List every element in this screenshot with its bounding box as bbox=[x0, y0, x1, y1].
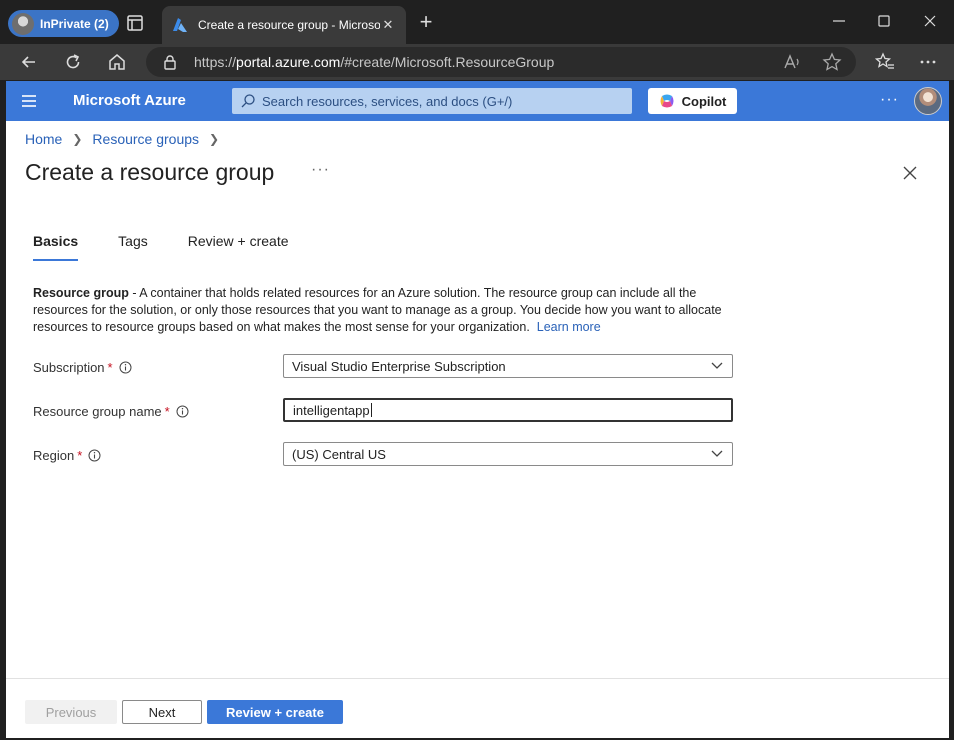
chevron-down-icon bbox=[711, 450, 723, 457]
search-icon bbox=[241, 94, 255, 108]
required-marker: * bbox=[107, 360, 113, 375]
address-bar[interactable]: https://portal.azure.com/#create/Microso… bbox=[146, 47, 856, 77]
subscription-label-text: Subscription bbox=[33, 360, 105, 375]
subscription-dropdown[interactable]: Visual Studio Enterprise Subscription bbox=[283, 354, 733, 378]
browser-window: InPrivate (2) Create a resource group - … bbox=[0, 0, 954, 740]
breadcrumb: Home ❯ Resource groups ❯ bbox=[25, 131, 219, 147]
region-dropdown[interactable]: (US) Central US bbox=[283, 442, 733, 466]
info-icon[interactable] bbox=[119, 361, 132, 374]
breadcrumb-chevron-icon: ❯ bbox=[72, 132, 83, 146]
resource-group-name-value: intelligentapp bbox=[293, 402, 370, 418]
resource-group-name-input[interactable]: intelligentapp bbox=[283, 398, 733, 422]
read-aloud-icon[interactable] bbox=[782, 52, 802, 72]
region-label-text: Region bbox=[33, 448, 75, 463]
resource-group-name-label-text: Resource group name bbox=[33, 404, 162, 419]
azure-brand-link[interactable]: Microsoft Azure bbox=[73, 92, 186, 109]
tab-review-create[interactable]: Review + create bbox=[188, 233, 289, 261]
tab-basics[interactable]: Basics bbox=[33, 233, 79, 261]
search-placeholder: Search resources, services, and docs (G+… bbox=[262, 93, 513, 109]
profile-avatar bbox=[12, 12, 34, 35]
azure-favicon-icon bbox=[173, 18, 187, 32]
tab-strip: InPrivate (2) Create a resource group - … bbox=[0, 0, 954, 44]
resource-group-name-label: Resource group name * bbox=[33, 404, 189, 419]
blade-content: Home ❯ Resource groups ❯ Create a resour… bbox=[6, 121, 949, 738]
copilot-icon bbox=[660, 94, 674, 108]
close-icon[interactable] bbox=[902, 165, 918, 181]
page-more-icon[interactable]: ··· bbox=[311, 161, 330, 179]
global-search-input[interactable]: Search resources, services, and docs (G+… bbox=[232, 88, 632, 114]
copilot-button[interactable]: Copilot bbox=[648, 88, 737, 114]
close-window-icon[interactable] bbox=[921, 12, 939, 30]
chevron-down-icon bbox=[711, 362, 723, 369]
info-icon[interactable] bbox=[176, 405, 189, 418]
azure-top-bar: Microsoft Azure Search resources, servic… bbox=[6, 81, 949, 121]
lock-icon[interactable] bbox=[162, 54, 178, 70]
favorite-star-icon[interactable] bbox=[822, 52, 842, 72]
inprivate-profile-button[interactable]: InPrivate (2) bbox=[8, 10, 119, 37]
copilot-label: Copilot bbox=[681, 93, 727, 109]
browser-tab-active[interactable]: Create a resource group - Microsoft Azur… bbox=[162, 6, 406, 44]
address-toolbar: https://portal.azure.com/#create/Microso… bbox=[0, 44, 954, 80]
page-title: Create a resource group bbox=[25, 159, 275, 185]
tab-actions-icon[interactable] bbox=[126, 14, 144, 32]
breadcrumb-home[interactable]: Home bbox=[25, 131, 62, 147]
subscription-label: Subscription * bbox=[33, 360, 132, 375]
next-button[interactable]: Next bbox=[122, 700, 202, 724]
new-tab-icon[interactable]: + bbox=[416, 11, 436, 33]
learn-more-link[interactable]: Learn more bbox=[537, 320, 601, 334]
minimize-icon[interactable] bbox=[830, 12, 848, 30]
inprivate-label: InPrivate (2) bbox=[40, 16, 109, 31]
portal-menu-icon[interactable] bbox=[20, 93, 38, 109]
browser-menu-icon[interactable] bbox=[918, 52, 938, 72]
maximize-icon[interactable] bbox=[875, 12, 893, 30]
favorites-icon[interactable] bbox=[875, 52, 895, 72]
resource-group-description: Resource group - A container that holds … bbox=[33, 285, 733, 336]
required-marker: * bbox=[77, 448, 83, 463]
url-path: /#create/Microsoft.ResourceGroup bbox=[340, 54, 555, 70]
home-icon[interactable] bbox=[107, 52, 127, 72]
info-icon[interactable] bbox=[88, 449, 101, 462]
description-text: - A container that holds related resourc… bbox=[33, 286, 722, 334]
subscription-value: Visual Studio Enterprise Subscription bbox=[292, 358, 506, 374]
tab-tags[interactable]: Tags bbox=[118, 233, 148, 261]
region-label: Region * bbox=[33, 448, 101, 463]
user-avatar[interactable] bbox=[914, 87, 942, 115]
previous-button[interactable]: Previous bbox=[25, 700, 117, 724]
back-icon[interactable] bbox=[19, 52, 39, 72]
header-more-icon[interactable]: ··· bbox=[880, 91, 899, 109]
url-prefix: https:// bbox=[194, 54, 237, 70]
wizard-tabs: Basics Tags Review + create bbox=[33, 233, 329, 261]
wizard-footer: Previous Next Review + create bbox=[6, 678, 949, 738]
review-create-button[interactable]: Review + create bbox=[207, 700, 343, 724]
text-cursor bbox=[370, 403, 372, 417]
description-heading: Resource group bbox=[33, 286, 129, 300]
breadcrumb-chevron-icon: ❯ bbox=[209, 132, 220, 146]
tab-close-icon[interactable]: ✕ bbox=[380, 17, 396, 33]
tab-title: Create a resource group - Microsoft Azur… bbox=[198, 18, 380, 32]
required-marker: * bbox=[164, 404, 170, 419]
url-host: portal.azure.com bbox=[236, 54, 341, 70]
region-value: (US) Central US bbox=[292, 446, 386, 462]
breadcrumb-resource-groups[interactable]: Resource groups bbox=[92, 131, 199, 147]
refresh-icon[interactable] bbox=[63, 52, 83, 72]
